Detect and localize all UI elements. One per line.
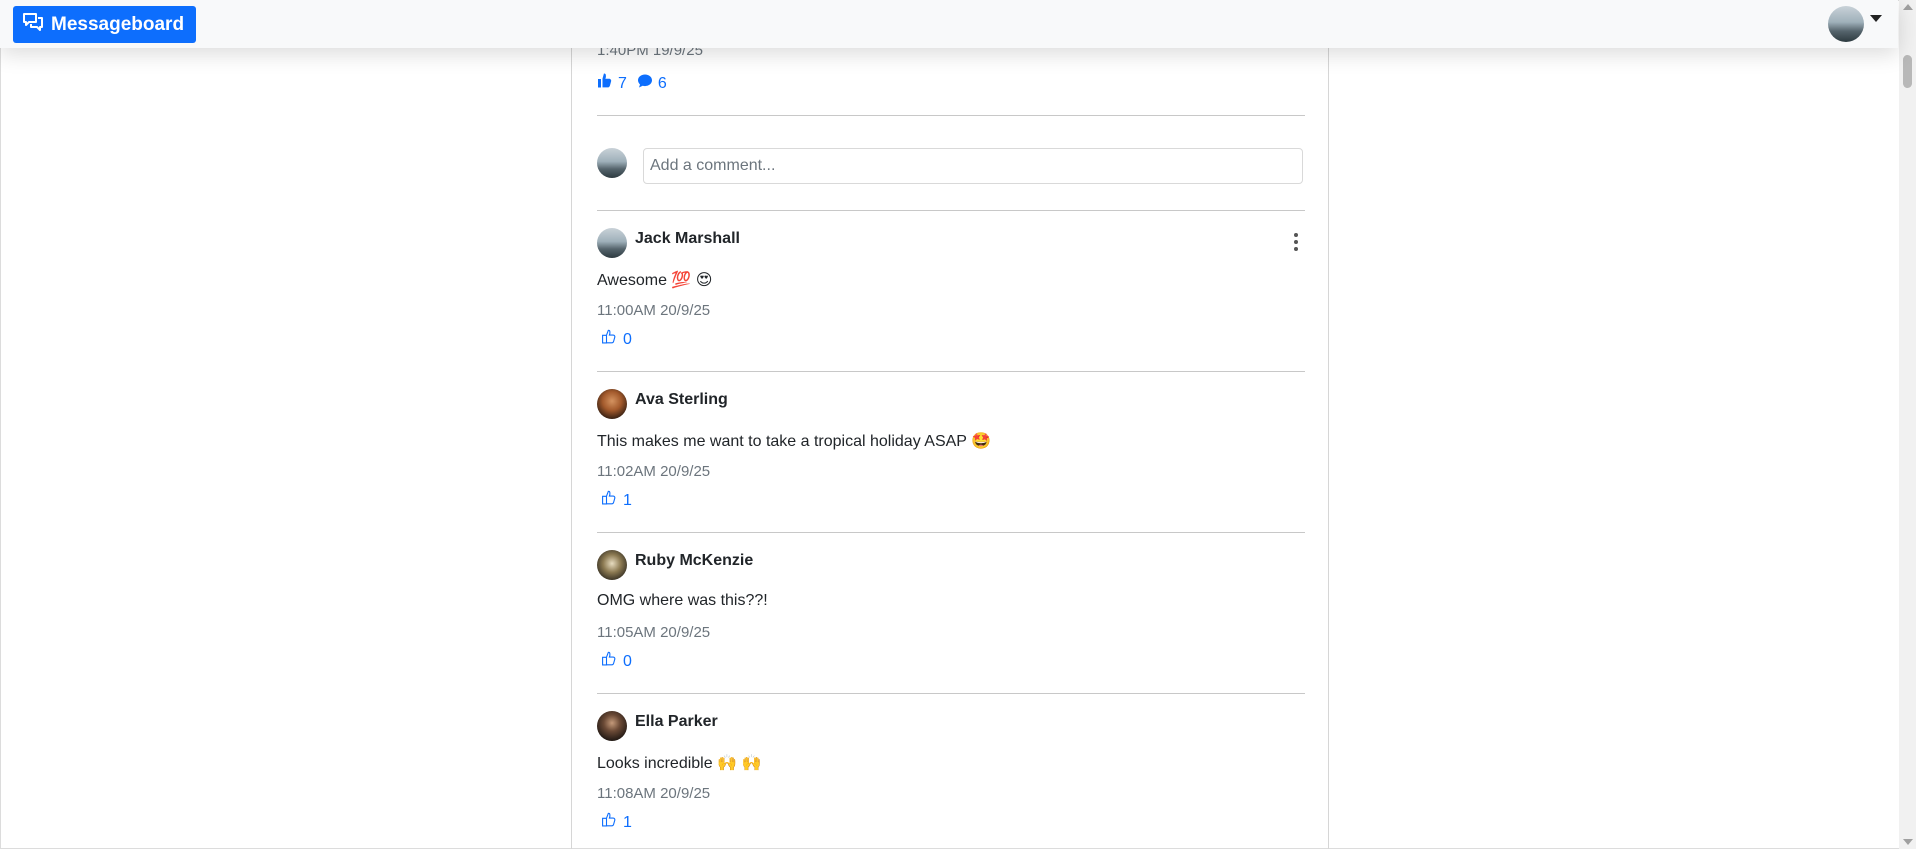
post-comment-count: 6 (657, 74, 667, 92)
comment-item: Ella Parker Looks incredible 🙌 🙌 11:08AM… (597, 693, 1305, 833)
comment-item: Jack Marshall Awesome 💯 😍 11:00AM 20/9/2… (597, 210, 1305, 350)
current-user-avatar (597, 148, 627, 178)
page-scrollbar[interactable] (1899, 0, 1916, 849)
thumbs-up-outline-icon (601, 651, 617, 672)
user-menu-toggle[interactable] (1828, 6, 1882, 42)
comment-like-button[interactable]: 0 (601, 651, 632, 672)
comment-like-button[interactable]: 0 (601, 329, 632, 350)
avatar (597, 228, 627, 258)
post-comment-button[interactable]: 6 (637, 73, 667, 94)
comment-timestamp: 11:05AM 20/9/25 (597, 624, 711, 641)
comment-timestamp: 11:08AM 20/9/25 (597, 785, 711, 802)
comment-timestamp: 11:00AM 20/9/25 (597, 302, 711, 319)
comment-item: Ava Sterling This makes me want to take … (597, 371, 1305, 511)
post-like-count: 7 (618, 74, 627, 92)
caret-down-icon (1870, 14, 1882, 22)
comment-like-button[interactable]: 1 (601, 490, 632, 511)
comment-text: This makes me want to take a tropical ho… (597, 433, 992, 450)
comment-author: Ella Parker (635, 713, 718, 730)
comment-author: Ava Sterling (635, 391, 728, 408)
add-comment-input[interactable] (643, 148, 1303, 184)
thumbs-up-outline-icon (601, 329, 617, 350)
scroll-up-arrow-icon[interactable] (1903, 4, 1913, 10)
brand-label: Messageboard (51, 13, 185, 35)
chat-bubble-icon (637, 73, 653, 94)
comment-like-count: 1 (623, 813, 632, 831)
scroll-down-arrow-icon[interactable] (1903, 839, 1913, 845)
feed-column: 1:40PM 19/9/25 7 6 Jack Marshall Awesome… (571, 0, 1329, 849)
comment-text: OMG where was this??! (597, 592, 768, 609)
comment-text: Looks incredible 🙌 🙌 (597, 755, 762, 772)
comment-like-button[interactable]: 1 (601, 812, 632, 833)
comment-item: Ruby McKenzie OMG where was this??! 11:0… (597, 532, 1305, 672)
avatar (597, 711, 627, 741)
post-actions: 7 6 (597, 73, 667, 94)
comment-author: Ruby McKenzie (635, 552, 754, 569)
post-like-button[interactable]: 7 (597, 73, 627, 94)
scrollbar-thumb[interactable] (1903, 55, 1912, 88)
add-comment-form (597, 148, 1305, 186)
comment-like-count: 1 (623, 491, 632, 509)
comment-like-count: 0 (623, 652, 632, 670)
top-navbar: Messageboard (0, 0, 1898, 48)
comment-text: Awesome 💯 😍 (597, 272, 713, 289)
comment-like-count: 0 (623, 330, 632, 348)
user-avatar (1828, 6, 1864, 42)
avatar (597, 389, 627, 419)
avatar (597, 550, 627, 580)
thumbs-up-outline-icon (601, 490, 617, 511)
brand-button[interactable]: Messageboard (13, 6, 197, 43)
thumbs-up-outline-icon (601, 812, 617, 833)
more-options-icon[interactable] (1287, 232, 1305, 252)
chat-bubbles-icon (22, 12, 44, 38)
thumbs-up-filled-icon (597, 73, 613, 94)
comment-timestamp: 11:02AM 20/9/25 (597, 463, 711, 480)
divider (597, 115, 1305, 116)
comment-author: Jack Marshall (635, 230, 740, 247)
